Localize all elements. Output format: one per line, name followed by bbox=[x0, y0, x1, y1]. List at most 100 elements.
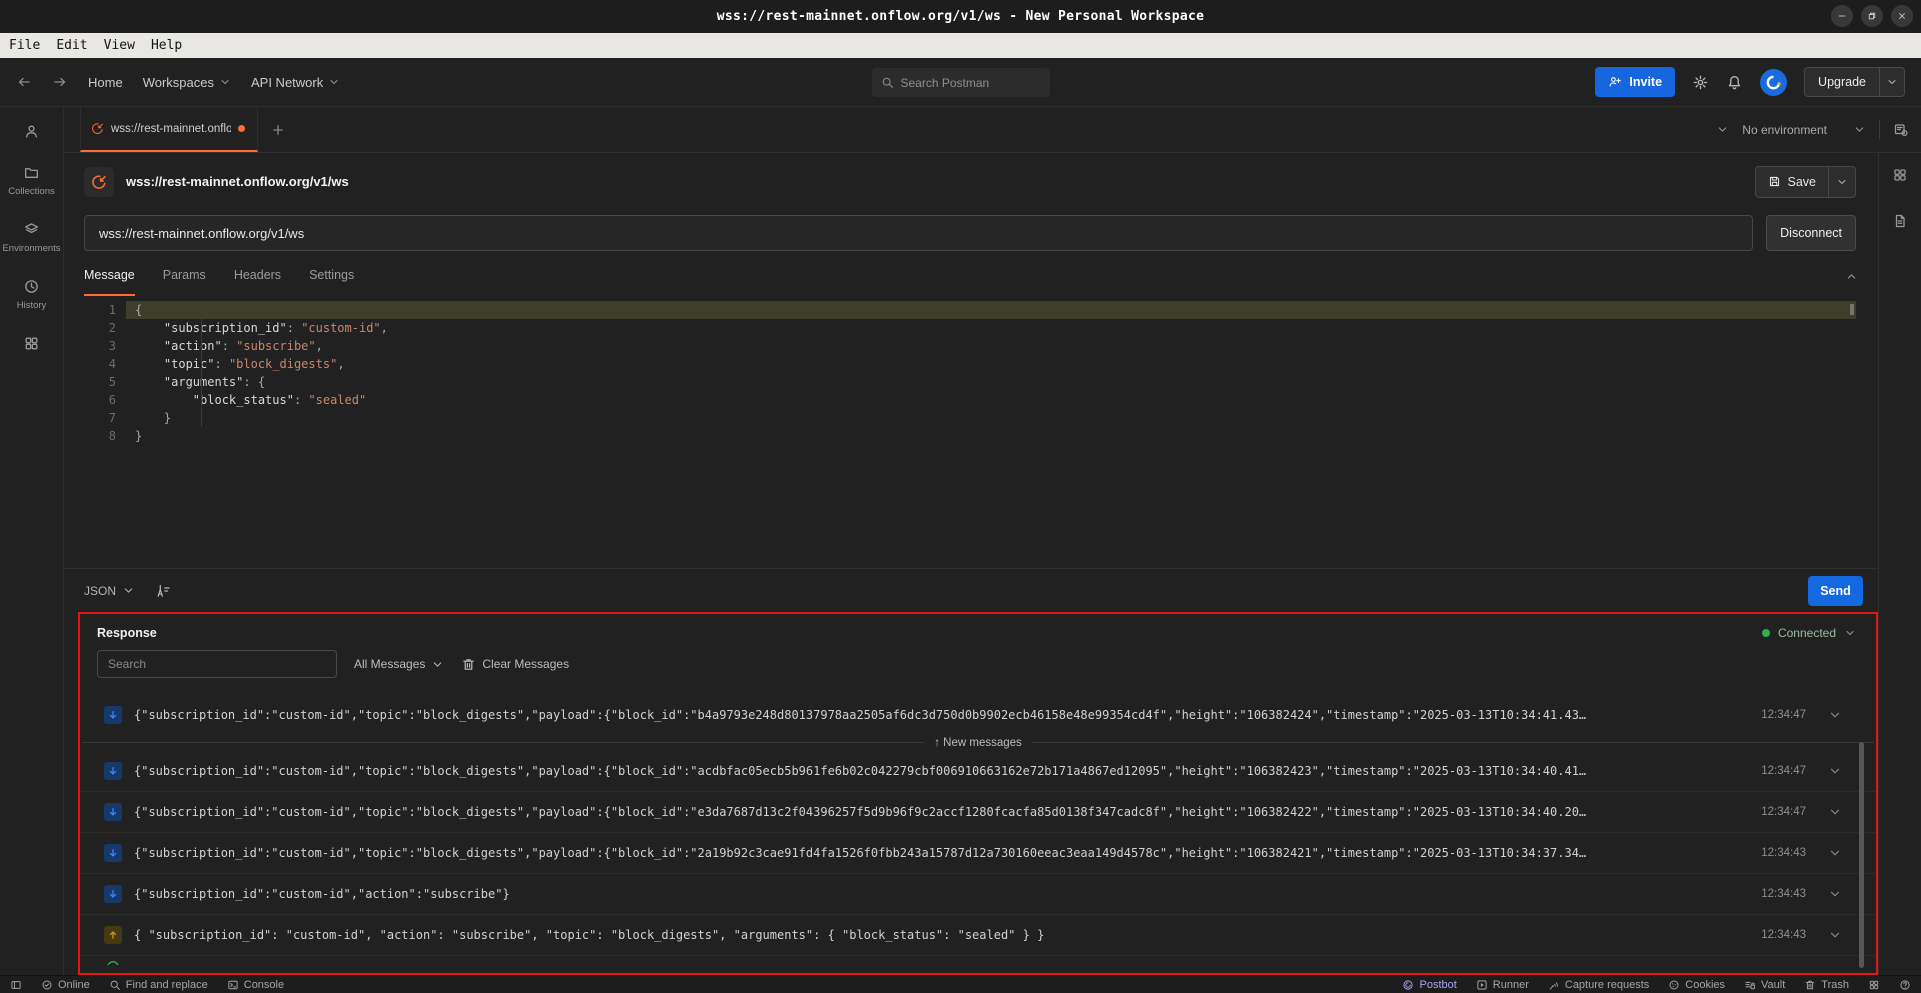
statusbar-postbot[interactable]: Postbot bbox=[1402, 979, 1456, 991]
global-search[interactable] bbox=[872, 68, 1050, 97]
upgrade-main[interactable]: Upgrade bbox=[1805, 68, 1879, 96]
invite-button[interactable]: Invite bbox=[1595, 67, 1675, 97]
message-time: 12:34:47 bbox=[1761, 765, 1806, 777]
send-button[interactable]: Send bbox=[1808, 576, 1863, 606]
menu-item-file[interactable]: File bbox=[9, 38, 40, 53]
statusbar-help[interactable] bbox=[1899, 979, 1911, 991]
forward-button[interactable] bbox=[52, 74, 68, 90]
minimize-icon bbox=[1837, 11, 1847, 21]
statusbar-windows[interactable] bbox=[1868, 979, 1880, 991]
editor-line[interactable]: 6 "block_status": "sealed" bbox=[64, 391, 1878, 409]
response-search-input[interactable] bbox=[97, 650, 337, 678]
upgrade-button: Upgrade bbox=[1804, 67, 1905, 97]
sidebar-item-collections[interactable]: Collections bbox=[8, 164, 54, 197]
request-pane: wss://rest-mainnet.onflow.org/v1/ws Save… bbox=[64, 153, 1878, 975]
back-button[interactable] bbox=[16, 74, 32, 90]
editor-line[interactable]: 7 } bbox=[64, 409, 1878, 427]
save-main[interactable]: Save bbox=[1756, 167, 1829, 197]
tab-list-chevron-icon[interactable] bbox=[1716, 123, 1729, 136]
new-tab-button[interactable] bbox=[271, 123, 285, 137]
nav-home[interactable]: Home bbox=[88, 75, 123, 90]
sidebar-item-apps[interactable] bbox=[23, 335, 40, 352]
message-row[interactable]: {"subscription_id":"custom-id","topic":"… bbox=[80, 791, 1876, 832]
trash-icon bbox=[461, 657, 476, 672]
editor-line[interactable]: 3 "action": "subscribe", bbox=[64, 337, 1878, 355]
settings-button[interactable] bbox=[1692, 74, 1709, 91]
connection-status[interactable]: Connected bbox=[1762, 626, 1860, 640]
chevron-down-icon[interactable] bbox=[1828, 887, 1842, 901]
message-row[interactable]: {"subscription_id":"custom-id","topic":"… bbox=[80, 832, 1876, 873]
url-input[interactable] bbox=[84, 215, 1753, 251]
sidebar-item-history[interactable]: History bbox=[17, 278, 47, 311]
request-tab[interactable]: wss://rest-mainnet.onflow bbox=[80, 107, 258, 152]
left-rail: Collections Environments History bbox=[0, 107, 64, 975]
close-button[interactable] bbox=[1891, 5, 1913, 27]
new-messages-divider[interactable]: ↑ New messages bbox=[80, 735, 1876, 750]
statusbar-trash[interactable]: Trash bbox=[1804, 979, 1849, 991]
chevron-down-icon[interactable] bbox=[1828, 708, 1842, 722]
receive-arrow-icon bbox=[104, 844, 122, 862]
statusbar-find-and-replace[interactable]: Find and replace bbox=[109, 979, 208, 991]
person-icon bbox=[23, 123, 40, 140]
statusbar-capture-requests[interactable]: Capture requests bbox=[1548, 979, 1649, 991]
search-input[interactable] bbox=[901, 76, 1041, 90]
message-row[interactable]: {"subscription_id":"custom-id","topic":"… bbox=[80, 750, 1876, 791]
message-row[interactable] bbox=[80, 955, 1876, 965]
message-text: { "subscription_id": "custom-id", "actio… bbox=[134, 928, 1737, 942]
message-row[interactable]: {"subscription_id":"custom-id","topic":"… bbox=[80, 694, 1876, 735]
nav-workspaces[interactable]: Workspaces bbox=[143, 75, 231, 90]
disconnect-button[interactable]: Disconnect bbox=[1766, 215, 1856, 251]
tab-settings[interactable]: Settings bbox=[309, 256, 354, 296]
environment-selector[interactable]: No environment bbox=[1742, 123, 1866, 137]
message-filter[interactable]: All Messages bbox=[354, 657, 444, 671]
nav-api-network[interactable]: API Network bbox=[251, 75, 340, 90]
message-text: {"subscription_id":"custom-id","topic":"… bbox=[134, 764, 1737, 778]
message-editor[interactable]: 1{2 "subscription_id": "custom-id",3 "ac… bbox=[64, 296, 1878, 568]
menu-item-view[interactable]: View bbox=[104, 38, 135, 53]
statusbar-cookies[interactable]: Cookies bbox=[1668, 979, 1725, 991]
editor-scrollbar[interactable] bbox=[1850, 304, 1854, 315]
upgrade-menu[interactable] bbox=[1879, 68, 1904, 96]
collapse-editor-button[interactable] bbox=[1845, 270, 1858, 283]
tab-params[interactable]: Params bbox=[163, 256, 206, 296]
chevron-down-icon[interactable] bbox=[1828, 928, 1842, 942]
sidebar-item-person[interactable] bbox=[23, 123, 40, 140]
layout-windows-icon[interactable] bbox=[1892, 167, 1908, 183]
documentation-icon[interactable] bbox=[1892, 213, 1908, 229]
editor-line[interactable]: 2 "subscription_id": "custom-id", bbox=[64, 319, 1878, 337]
chevron-down-icon[interactable] bbox=[1828, 764, 1842, 778]
statusbar-console[interactable]: Console bbox=[227, 979, 284, 991]
editor-line[interactable]: 8} bbox=[64, 427, 1878, 445]
sidebar-item-environments[interactable]: Environments bbox=[2, 221, 60, 254]
statusbar-runner[interactable]: Runner bbox=[1476, 979, 1529, 991]
tab-message[interactable]: Message bbox=[84, 256, 135, 296]
statusbar-online[interactable]: Online bbox=[41, 979, 90, 991]
response-title: Response bbox=[97, 626, 157, 640]
chevron-down-icon[interactable] bbox=[1828, 846, 1842, 860]
format-select[interactable]: JSON bbox=[84, 584, 135, 598]
chevron-down-icon[interactable] bbox=[1828, 805, 1842, 819]
tab-headers[interactable]: Headers bbox=[234, 256, 281, 296]
line-number: 8 bbox=[64, 427, 126, 445]
response-scrollbar[interactable] bbox=[1859, 742, 1864, 968]
maximize-button[interactable] bbox=[1861, 5, 1883, 27]
line-number: 1 bbox=[64, 301, 126, 319]
beautify-button[interactable] bbox=[155, 583, 171, 599]
statusbar-panel[interactable] bbox=[10, 979, 22, 991]
message-row[interactable]: { "subscription_id": "custom-id", "actio… bbox=[80, 914, 1876, 955]
editor-line[interactable]: 4 "topic": "block_digests", bbox=[64, 355, 1878, 373]
editor-line[interactable]: 1{ bbox=[64, 301, 1878, 319]
environment-quick-look[interactable] bbox=[1893, 122, 1909, 138]
editor-line[interactable]: 5 "arguments": { bbox=[64, 373, 1878, 391]
minimize-button[interactable] bbox=[1831, 5, 1853, 27]
menu-item-edit[interactable]: Edit bbox=[56, 38, 87, 53]
avatar[interactable] bbox=[1760, 69, 1787, 96]
message-row[interactable]: {"subscription_id":"custom-id","action":… bbox=[80, 873, 1876, 914]
notifications-button[interactable] bbox=[1726, 74, 1743, 91]
arrow-right-icon bbox=[52, 74, 68, 90]
menu-item-help[interactable]: Help bbox=[151, 38, 182, 53]
statusbar-vault[interactable]: Vault bbox=[1744, 979, 1785, 991]
status-label: Connected bbox=[1778, 626, 1836, 640]
save-menu[interactable] bbox=[1828, 167, 1855, 197]
clear-messages-button[interactable]: Clear Messages bbox=[461, 657, 569, 672]
